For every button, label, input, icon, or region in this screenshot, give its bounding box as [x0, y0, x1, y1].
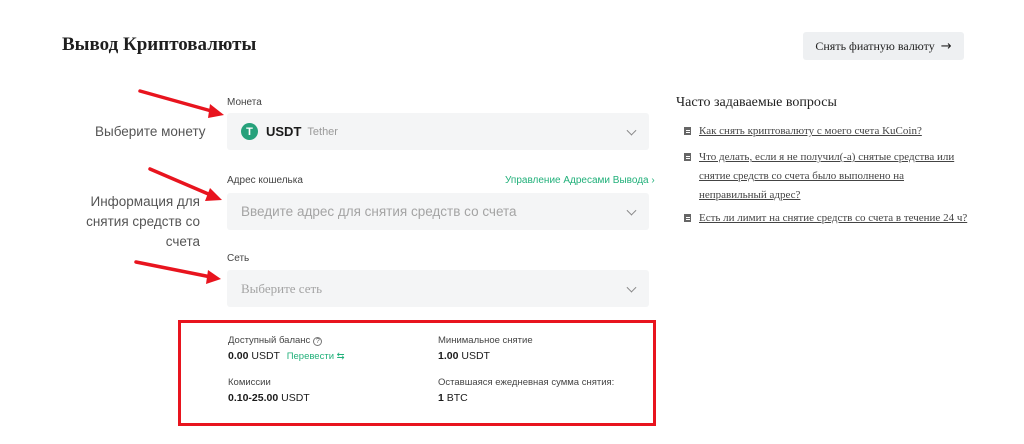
available-balance-label-text: Доступный баланс	[228, 335, 311, 346]
available-balance-unit: USDT	[251, 350, 280, 362]
faq-link[interactable]: Есть ли лимит на снятие средств со счета…	[699, 209, 967, 228]
document-icon	[684, 214, 691, 222]
network-placeholder: Выберите сеть	[241, 280, 323, 296]
annotation-arrowhead-coin	[208, 104, 224, 118]
min-withdrawal-value: 1.00 USDT	[438, 350, 490, 362]
annotation-arrowhead-network	[206, 270, 221, 284]
annotation-withdraw-info: Информация для снятия средств со счета	[60, 192, 200, 252]
chevron-right-icon: ›	[651, 175, 655, 186]
faq-link-line3[interactable]: неправильный адрес?	[699, 186, 954, 205]
chevron-down-icon	[626, 205, 637, 216]
coin-select[interactable]: T USDT Tether	[227, 113, 649, 150]
faq-item[interactable]: Что делать, если я не получил(-а) снятые…	[684, 148, 954, 205]
tether-icon: T	[241, 123, 258, 140]
annotation-select-coin: Выберите монету	[95, 124, 206, 139]
fees-value: 0.10-25.00 USDT	[228, 392, 310, 404]
withdraw-fiat-label: Снять фиатную валюту	[815, 38, 935, 53]
help-icon[interactable]: ?	[313, 337, 323, 346]
manage-addresses-link[interactable]: Управление Адресами Вывода ›	[505, 175, 655, 186]
network-select[interactable]: Выберите сеть	[227, 270, 649, 307]
address-placeholder: Введите адрес для снятия средств со счет…	[241, 204, 517, 219]
document-icon	[684, 153, 691, 161]
address-label: Адрес кошелька	[227, 175, 303, 186]
transfer-label: Перевести	[286, 351, 334, 362]
annotation-arrow-coin	[138, 89, 217, 114]
chevron-down-icon	[626, 125, 637, 136]
remaining-daily-unit: BTC	[446, 392, 468, 404]
coin-name: Tether	[307, 125, 338, 138]
min-withdrawal-label: Минимальное снятие	[438, 335, 533, 346]
min-withdrawal-amount: 1.00	[438, 350, 459, 362]
arrow-right-icon: →	[940, 38, 952, 54]
annotation-withdraw-info-line1: Информация для	[90, 194, 200, 209]
swap-icon: ⇆	[336, 351, 345, 362]
fees-label: Комиссии	[228, 377, 271, 388]
available-balance-amount: 0.00	[228, 350, 249, 362]
page-title: Вывод Криптовалюты	[62, 34, 257, 55]
faq-item[interactable]: Есть ли лимит на снятие средств со счета…	[684, 209, 967, 228]
available-balance-label: Доступный баланс?	[228, 335, 323, 346]
manage-addresses-label: Управление Адресами Вывода	[505, 175, 649, 186]
faq-link[interactable]: Как снять криптовалюту с моего счета KuC…	[699, 122, 922, 141]
withdraw-fiat-button[interactable]: Снять фиатную валюту →	[803, 32, 964, 60]
fees-unit: USDT	[281, 392, 310, 404]
faq-item[interactable]: Как снять криптовалюту с моего счета KuC…	[684, 122, 922, 141]
remaining-daily-label: Оставшаяся ежедневная сумма снятия:	[438, 377, 615, 388]
transfer-link[interactable]: Перевести ⇆	[287, 351, 345, 362]
remaining-daily-value: 1 BTC	[438, 392, 468, 404]
annotation-withdraw-info-line2: снятия средств со счета	[86, 214, 200, 249]
coin-label: Монета	[227, 97, 262, 108]
chevron-down-icon	[626, 282, 637, 293]
faq-link-line1[interactable]: Что делать, если я не получил(-а) снятые…	[699, 148, 954, 167]
annotation-arrow-network	[134, 260, 213, 279]
fees-amount: 0.10-25.00	[228, 392, 279, 404]
coin-code: USDT	[266, 124, 302, 139]
remaining-daily-amount: 1	[438, 392, 444, 404]
document-icon	[684, 127, 691, 135]
address-input[interactable]: Введите адрес для снятия средств со счет…	[227, 193, 649, 230]
network-label: Сеть	[227, 253, 250, 264]
available-balance-value: 0.00 USDT Перевести ⇆	[228, 350, 345, 362]
min-withdrawal-unit: USDT	[461, 350, 490, 362]
annotation-arrowhead-address	[205, 188, 222, 201]
faq-title: Часто задаваемые вопросы	[676, 95, 837, 110]
faq-link-line2[interactable]: снятие средств со счета было выполнено н…	[699, 167, 954, 186]
